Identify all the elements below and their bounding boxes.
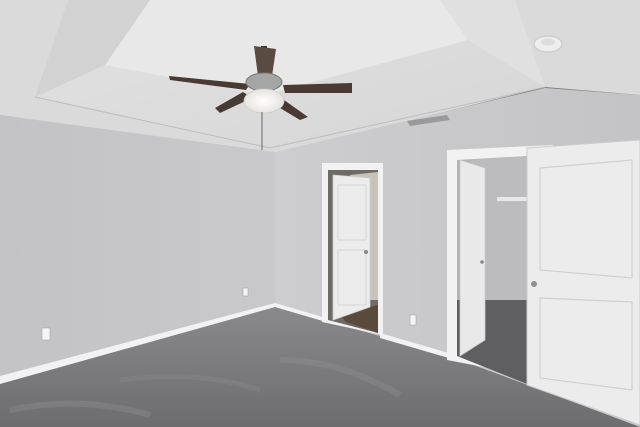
door-knob[interactable] [364, 250, 368, 254]
closet-door[interactable] [459, 159, 486, 357]
closet-open-door[interactable] [526, 139, 640, 426]
room-photo [0, 0, 640, 427]
outlet-left-wall-2 [242, 287, 249, 297]
outlet-left-wall [41, 327, 51, 341]
closet-open-door-knob[interactable] [531, 281, 537, 287]
smoke-detector [533, 35, 563, 53]
bedroom-door[interactable] [332, 174, 371, 321]
closet-door-knob[interactable] [480, 260, 484, 264]
outlet-back-wall [409, 314, 417, 326]
closet-shelf [497, 197, 527, 201]
fan-light [243, 88, 285, 114]
